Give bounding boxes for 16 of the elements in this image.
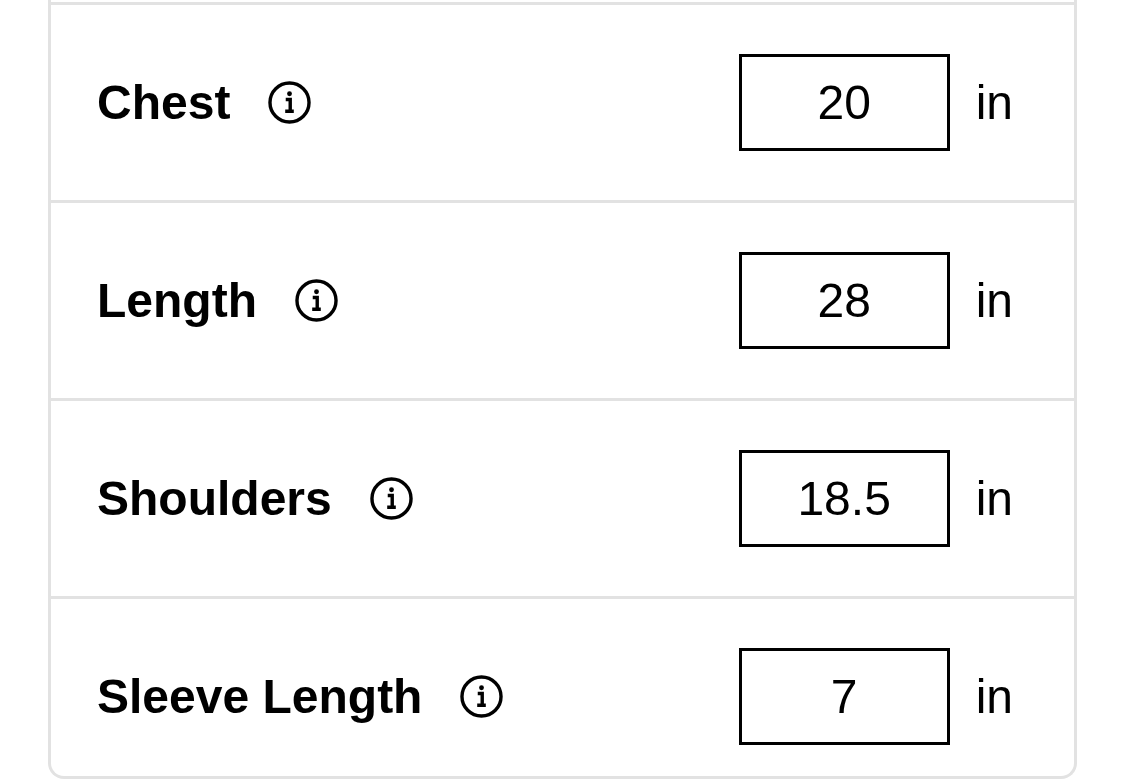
measurement-label: Sleeve Length: [97, 672, 423, 721]
measurement-input[interactable]: 18.5: [738, 450, 950, 547]
unit-label: in: [975, 672, 1013, 721]
measurement-label: Length: [97, 276, 257, 325]
info-icon[interactable]: [460, 675, 504, 718]
measurement-label: Shoulders: [97, 474, 332, 523]
unit-label: in: [975, 276, 1013, 325]
info-icon[interactable]: [268, 81, 312, 124]
measurement-input[interactable]: 28: [738, 252, 950, 349]
info-icon[interactable]: [294, 279, 338, 322]
unit-label: in: [975, 78, 1013, 127]
info-icon[interactable]: [369, 477, 413, 520]
measurement-input[interactable]: 7: [738, 648, 950, 745]
unit-label: in: [975, 474, 1013, 523]
measurement-label: Chest: [97, 78, 231, 127]
measurement-input[interactable]: 20: [738, 54, 950, 151]
